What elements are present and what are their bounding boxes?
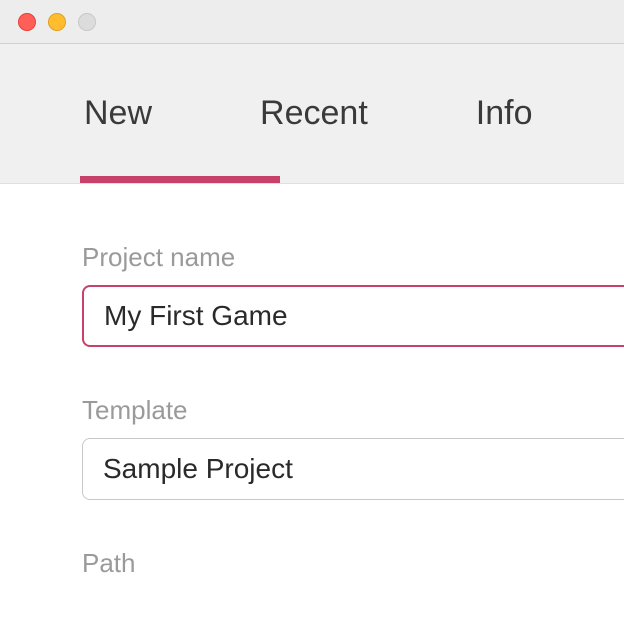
project-name-input[interactable] xyxy=(82,285,624,347)
maximize-icon xyxy=(78,13,96,31)
template-field-group: Template Sample Project xyxy=(82,395,624,500)
tab-bar: New Recent Info xyxy=(0,44,624,184)
path-label: Path xyxy=(82,548,624,579)
tab-info[interactable]: Info xyxy=(472,94,537,133)
tab-recent[interactable]: Recent xyxy=(256,94,372,133)
minimize-icon[interactable] xyxy=(48,13,66,31)
close-icon[interactable] xyxy=(18,13,36,31)
active-tab-indicator xyxy=(80,176,280,183)
template-selected-value: Sample Project xyxy=(103,453,293,485)
content-area: Project name Template Sample Project Pat… xyxy=(0,184,624,579)
template-label: Template xyxy=(82,395,624,426)
template-select[interactable]: Sample Project xyxy=(82,438,624,500)
tab-new[interactable]: New xyxy=(80,94,156,133)
window-titlebar xyxy=(0,0,624,44)
project-name-field-group: Project name xyxy=(82,242,624,347)
path-field-group: Path xyxy=(82,548,624,579)
project-name-label: Project name xyxy=(82,242,624,273)
